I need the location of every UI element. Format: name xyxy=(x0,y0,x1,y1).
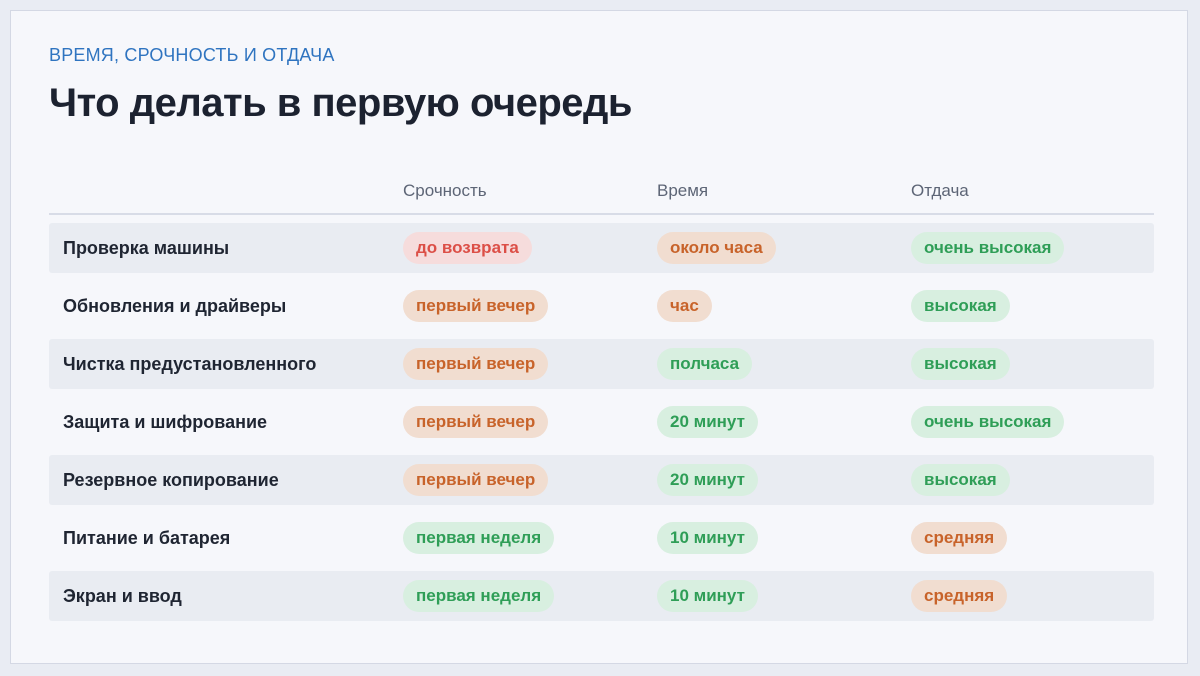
priority-table: Срочность Время Отдача Проверка машины д… xyxy=(49,175,1154,629)
time-badge: час xyxy=(657,290,712,322)
row-label: Обновления и драйверы xyxy=(63,296,287,316)
urgency-badge: первая неделя xyxy=(403,522,555,554)
table-body: Проверка машины до возврата около часа о… xyxy=(49,223,1154,621)
payoff-badge: средняя xyxy=(911,580,1008,612)
row-label: Питание и батарея xyxy=(63,528,231,548)
table-row: Обновления и драйверы первый вечер час в… xyxy=(49,281,1154,331)
page-title: Что делать в первую очередь xyxy=(49,81,633,125)
time-badge: полчаса xyxy=(657,348,753,380)
content-card: ВРЕМЯ, СРОЧНОСТЬ И ОТДАЧА Что делать в п… xyxy=(10,10,1188,664)
row-label: Проверка машины xyxy=(63,238,230,258)
column-header-time: Время xyxy=(657,181,709,200)
payoff-badge: очень высокая xyxy=(911,406,1065,438)
time-badge: 20 минут xyxy=(657,406,758,438)
section-eyebrow: ВРЕМЯ, СРОЧНОСТЬ И ОТДАЧА xyxy=(49,45,335,65)
payoff-badge: высокая xyxy=(911,464,1010,496)
urgency-badge: первый вечер xyxy=(403,290,549,322)
time-badge: 10 минут xyxy=(657,580,758,612)
column-header-payoff: Отдача xyxy=(911,181,969,200)
payoff-badge: высокая xyxy=(911,348,1010,380)
table-row: Экран и ввод первая неделя 10 минут сред… xyxy=(49,571,1154,621)
table-row: Питание и батарея первая неделя 10 минут… xyxy=(49,513,1154,563)
payoff-badge: средняя xyxy=(911,522,1008,554)
row-label: Резервное копирование xyxy=(63,470,279,490)
time-badge: 10 минут xyxy=(657,522,758,554)
row-label: Защита и шифрование xyxy=(63,412,268,432)
table-row: Защита и шифрование первый вечер 20 мину… xyxy=(49,397,1154,447)
urgency-badge: первая неделя xyxy=(403,580,555,612)
urgency-badge: первый вечер xyxy=(403,464,549,496)
time-badge: 20 минут xyxy=(657,464,758,496)
time-badge: около часа xyxy=(657,232,776,264)
table-row: Проверка машины до возврата около часа о… xyxy=(49,223,1154,273)
table-header: Срочность Время Отдача xyxy=(49,175,1154,215)
table-row: Чистка предустановленного первый вечер п… xyxy=(49,339,1154,389)
urgency-badge: первый вечер xyxy=(403,348,549,380)
row-label: Экран и ввод xyxy=(63,586,182,606)
urgency-badge: до возврата xyxy=(403,232,532,264)
row-label: Чистка предустановленного xyxy=(63,354,317,374)
urgency-badge: первый вечер xyxy=(403,406,549,438)
payoff-badge: высокая xyxy=(911,290,1010,322)
column-header-urgency: Срочность xyxy=(403,181,487,200)
payoff-badge: очень высокая xyxy=(911,232,1065,264)
table-row: Резервное копирование первый вечер 20 ми… xyxy=(49,455,1154,505)
